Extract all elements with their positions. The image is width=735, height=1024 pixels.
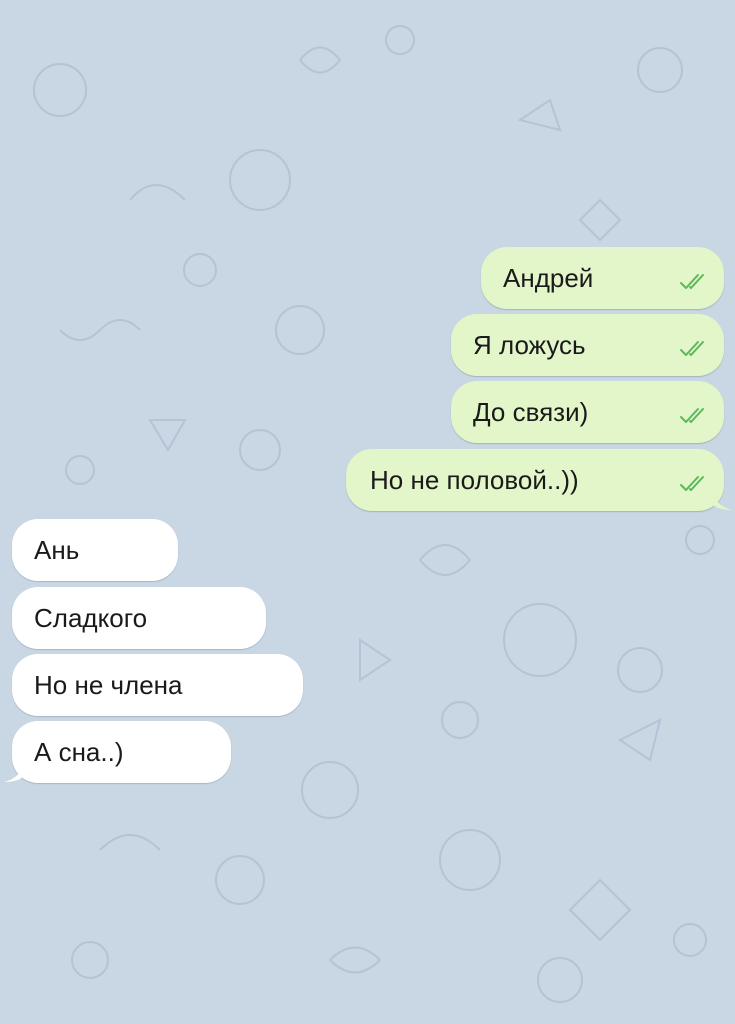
double-check-icon xyxy=(680,408,704,423)
outgoing-message[interactable]: До связи) xyxy=(451,381,724,443)
incoming-message[interactable]: Ань xyxy=(12,519,178,581)
message-text: Сладкого xyxy=(34,603,148,633)
message-text: Андрей xyxy=(503,263,594,293)
double-check-icon xyxy=(680,476,704,491)
incoming-message[interactable]: Но не члена xyxy=(12,654,303,716)
message-text: Но не половой..)) xyxy=(370,465,579,495)
outgoing-bubble-tail xyxy=(712,492,732,510)
outgoing-message[interactable]: Андрей xyxy=(481,247,724,309)
doodle-pattern xyxy=(33,25,715,1003)
message-text: Ань xyxy=(34,535,80,565)
double-check-icon xyxy=(680,341,704,356)
chat-wallpaper: Андрей Я ложусь До связи) Но не половой.… xyxy=(0,0,735,1024)
outgoing-message[interactable]: Я ложусь xyxy=(451,314,724,376)
incoming-message[interactable]: А сна..) xyxy=(12,721,231,783)
double-check-icon xyxy=(680,274,704,289)
incoming-message[interactable]: Сладкого xyxy=(12,587,266,649)
message-text: Но не члена xyxy=(34,670,183,700)
outgoing-message[interactable]: Но не половой..)) xyxy=(346,449,724,511)
message-text: До связи) xyxy=(473,397,589,427)
incoming-bubble-tail xyxy=(4,764,24,782)
message-text: А сна..) xyxy=(34,737,124,767)
message-text: Я ложусь xyxy=(473,330,586,360)
